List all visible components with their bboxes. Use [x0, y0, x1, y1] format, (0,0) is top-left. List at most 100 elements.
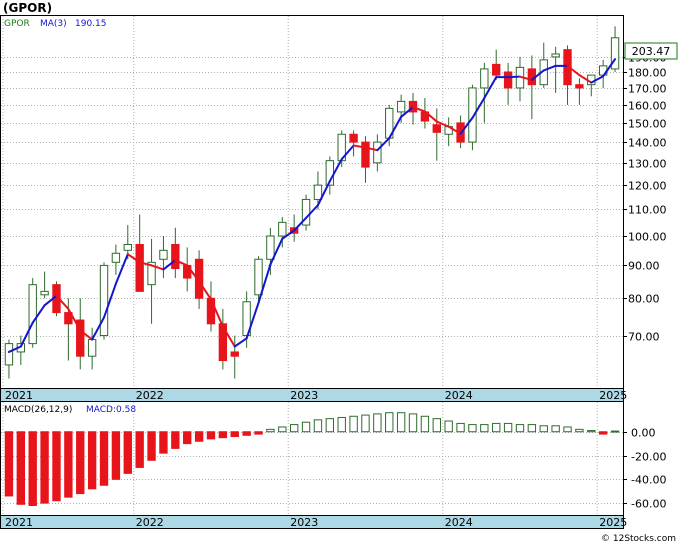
macd-bar-positive [481, 425, 488, 432]
candle-down [172, 245, 179, 269]
macd-bar-negative [184, 432, 191, 444]
macd-bar-negative [243, 432, 250, 436]
candle-down [433, 125, 440, 133]
price-tick-label: 170.00 [628, 83, 667, 96]
macd-bar-negative [17, 432, 24, 505]
macd-bar-positive [302, 422, 309, 432]
year-label: 2021 [5, 389, 33, 402]
candle-up [552, 54, 559, 57]
year-label: 2023 [290, 516, 318, 529]
candle-up [160, 250, 167, 259]
macd-tick-label: 0.00 [631, 427, 656, 440]
candle-up [112, 253, 119, 262]
macd-bar-negative [124, 432, 131, 474]
candle-up [29, 285, 36, 344]
macd-bar-positive [528, 425, 535, 432]
candle-up [41, 291, 48, 294]
candle-down [504, 72, 511, 88]
macd-bar-positive [457, 423, 464, 431]
macd-bar-negative [112, 432, 119, 480]
price-tick-label: 130.00 [628, 158, 667, 171]
candle-up [374, 142, 381, 163]
macd-bar-negative [219, 432, 226, 438]
macd-bar-positive [421, 416, 428, 431]
candle-up [314, 185, 321, 199]
candle-up [481, 69, 488, 88]
candle-down [231, 352, 238, 356]
year-label: 2023 [290, 389, 318, 402]
macd-bar-negative [29, 432, 36, 506]
candle-up [88, 340, 95, 357]
chart-title: (GPOR) [3, 1, 52, 15]
macd-bar-positive [445, 421, 452, 432]
year-label: 2024 [445, 389, 473, 402]
macd-bar-negative [231, 432, 238, 437]
macd-bar-positive [588, 431, 595, 432]
year-label: 2021 [5, 516, 33, 529]
macd-bar-negative [65, 432, 72, 497]
macd-bar-positive [493, 423, 500, 431]
macd-bar-positive [338, 417, 345, 431]
macd-bar-positive [314, 420, 321, 432]
price-tick-label: 110.00 [628, 204, 667, 217]
macd-bar-positive [504, 423, 511, 431]
candle-up [100, 265, 107, 335]
year-label: 2022 [136, 389, 164, 402]
candle-up [267, 236, 274, 259]
macd-bar-negative [88, 432, 95, 489]
legend-ticker: GPOR [4, 19, 30, 29]
macd-bar-negative [100, 432, 107, 486]
candle-down [136, 245, 143, 292]
macd-bar-positive [564, 427, 571, 432]
macd-bar-positive [576, 429, 583, 431]
macd-bar-positive [409, 414, 416, 432]
macd-bar-positive [540, 426, 547, 432]
macd-bar-positive [433, 419, 440, 432]
macd-legend-label: MACD(26,12,9) [4, 405, 72, 415]
macd-bar-positive [290, 425, 297, 432]
last-price-label: 203.47 [632, 45, 671, 58]
macd-bar-positive [279, 427, 286, 432]
candle-down [493, 64, 500, 75]
last-price-badge: 203.47 [625, 43, 677, 59]
candle-up [255, 259, 262, 295]
macd-tick-label: -20.00 [631, 451, 666, 464]
macd-bar-negative [41, 432, 48, 503]
legend-ma-value: 190.15 [75, 19, 107, 29]
macd-bar-negative [207, 432, 214, 439]
macd-bar-negative [599, 432, 606, 434]
macd-bar-positive [326, 419, 333, 432]
macd-bar-positive [386, 413, 393, 432]
price-tick-label: 90.00 [628, 260, 660, 273]
copyright-label: © 12Stocks.com [601, 534, 676, 544]
candle-up [124, 245, 131, 251]
year-label: 2024 [445, 516, 473, 529]
macd-bar-positive [267, 429, 274, 431]
macd-bar-negative [53, 432, 60, 501]
stock-chart-panel: (GPOR) 70.0080.0090.00100.00110.00120.00… [0, 0, 680, 546]
macd-bar-negative [148, 432, 155, 461]
macd-bar-positive [469, 425, 476, 432]
candle-up [5, 344, 12, 365]
legend-ma: MA(3) [40, 19, 67, 29]
macd-bar-negative [5, 432, 12, 496]
macd-tick-label: -40.00 [631, 474, 666, 487]
year-label: 2025 [599, 516, 627, 529]
chart-canvas: (GPOR) 70.0080.0090.00100.00110.00120.00… [0, 0, 680, 546]
macd-legend-value: MACD:0.58 [86, 405, 136, 415]
macd-bar-negative [255, 432, 262, 434]
price-tick-label: 180.00 [628, 67, 667, 80]
macd-tick-label: -60.00 [631, 498, 666, 511]
price-tick-label: 80.00 [628, 293, 660, 306]
macd-bar-positive [516, 425, 523, 432]
macd-bar-positive [362, 415, 369, 432]
price-tick-label: 120.00 [628, 180, 667, 193]
candle-up [279, 222, 286, 236]
candle-down [576, 85, 583, 88]
candle-down [362, 142, 369, 167]
year-label: 2025 [599, 389, 627, 402]
price-tick-label: 150.00 [628, 118, 667, 131]
candle-down [350, 134, 357, 142]
macd-bar-positive [350, 416, 357, 431]
macd-bar-positive [374, 414, 381, 432]
